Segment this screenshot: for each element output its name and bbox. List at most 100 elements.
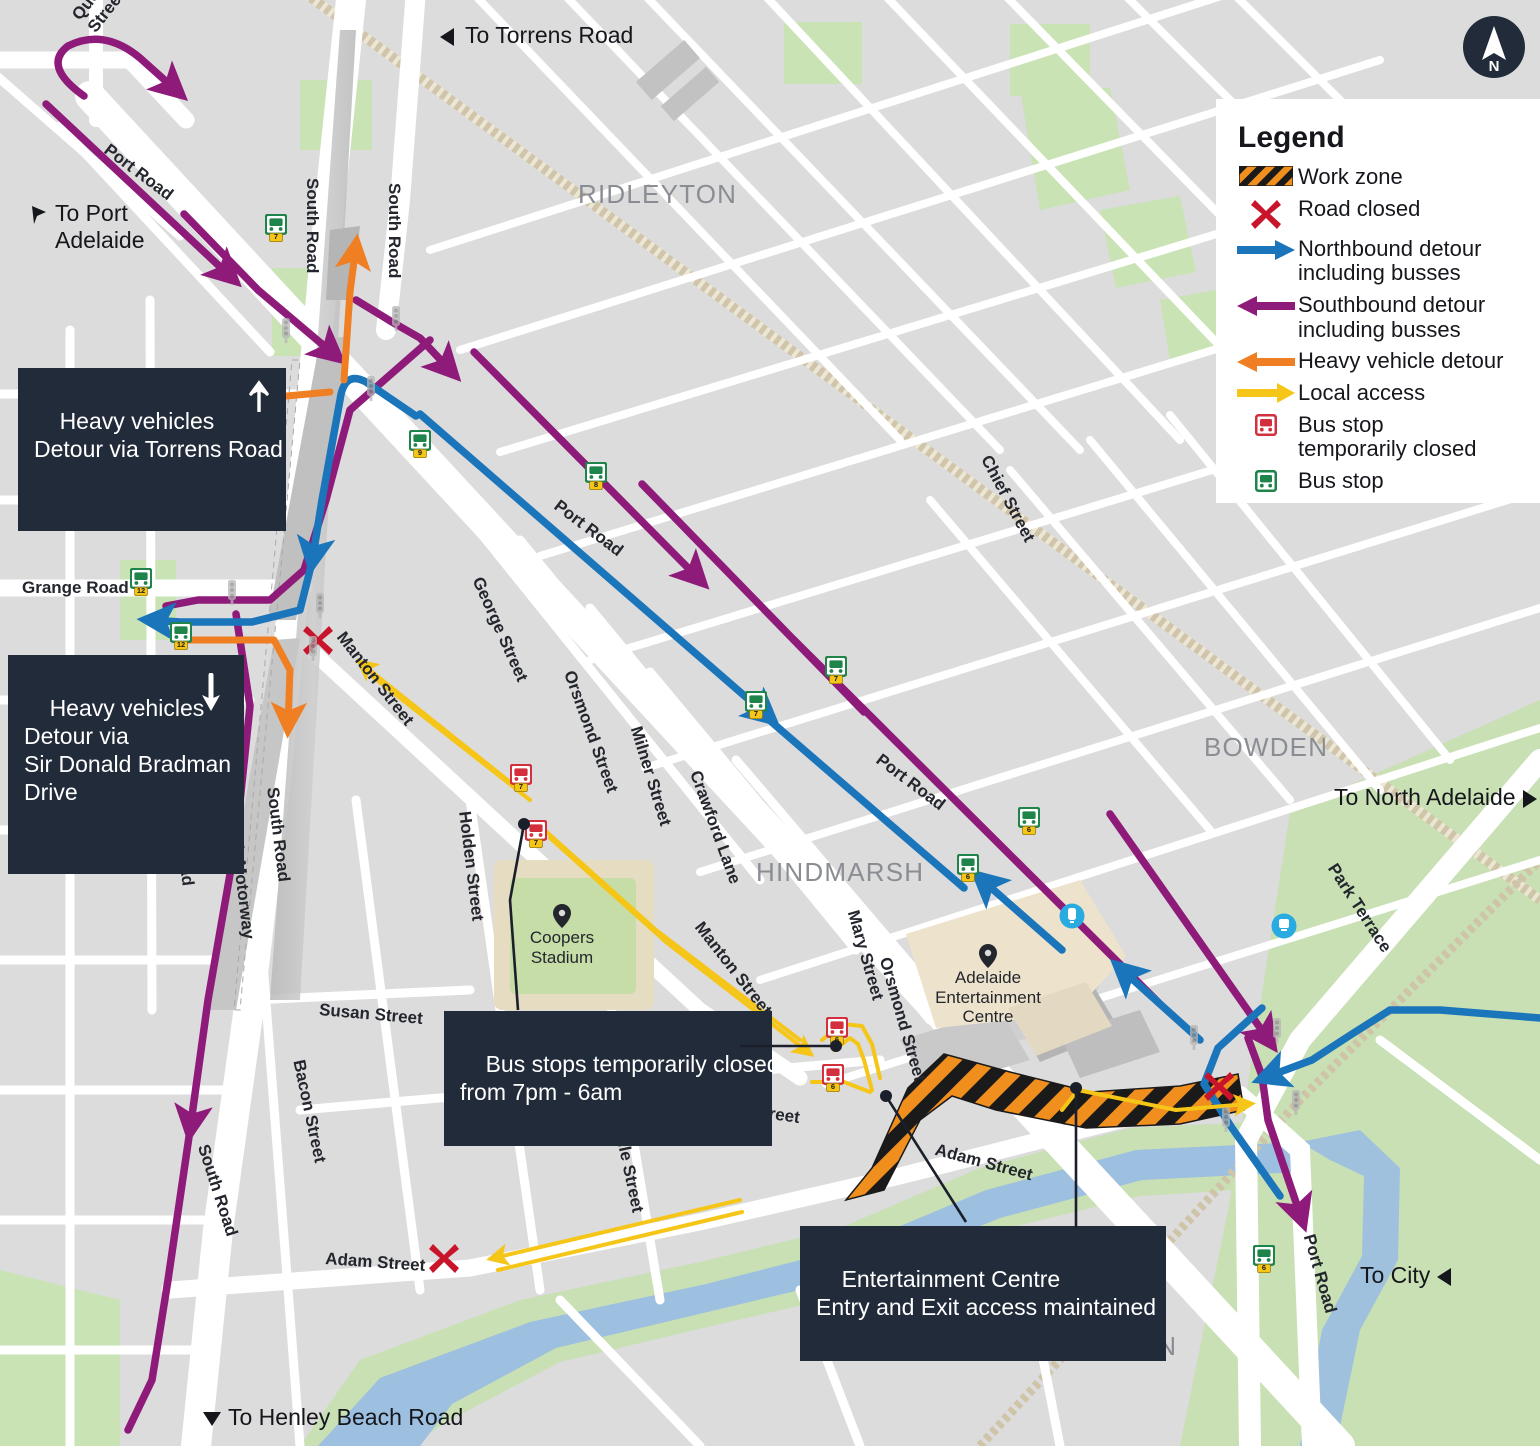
- legend-item: Local access: [1216, 377, 1540, 409]
- direction-label-group: To Port Adelaide: [30, 200, 145, 254]
- legend-item-label: Northbound detour including busses: [1298, 235, 1482, 286]
- traffic-signal-icon: [1217, 1106, 1235, 1132]
- traffic-signal-icon: [1185, 1024, 1203, 1050]
- bus-stop-number: 12: [136, 586, 146, 595]
- bus-stop-closed-icon[interactable]: 7: [525, 820, 547, 848]
- bus-stop-closed-icon[interactable]: 7: [510, 764, 532, 792]
- map-pin-icon: [908, 944, 1068, 968]
- map-pin-icon: [482, 904, 642, 928]
- traffic-signal-icon: [311, 592, 329, 618]
- left-triangle-icon: [440, 22, 458, 46]
- place-marker: Coopers Stadium: [482, 904, 642, 967]
- traffic-signal-icon: [362, 375, 380, 401]
- detour-map: Queen StreetPort RoadSouth RoadSouth Roa…: [0, 0, 1540, 1446]
- callout-heavy-vehicles-sir-donald-bradman-drive: Heavy vehicles Detour via Sir Donald Bra…: [8, 655, 244, 875]
- direction-label: To Henley Beach Road: [228, 1404, 464, 1430]
- callout-text: Bus stops temporarily closed from 7pm - …: [460, 1051, 780, 1106]
- bus-stop-icon[interactable]: 6: [1018, 807, 1040, 835]
- up-left-triangle-icon: [30, 200, 48, 224]
- road-closed-icon: [1204, 1069, 1234, 1103]
- legend-item: Northbound detour including busses: [1216, 233, 1540, 289]
- place-label: Adelaide Entertainment Centre: [935, 968, 1041, 1027]
- compass-label: N: [1489, 58, 1500, 75]
- traffic-signal-icon: [223, 579, 241, 605]
- legend-panel: Legend Work zone Road closed Northbound de…: [1216, 99, 1540, 503]
- bus-stop-icon[interactable]: 7: [745, 691, 767, 719]
- legend-title: Legend: [1238, 121, 1345, 154]
- bus-stop-number: 9: [417, 448, 423, 457]
- legend-item: Southbound detour including busses: [1216, 289, 1540, 345]
- legend-item: Heavy vehicle detour: [1216, 345, 1540, 377]
- direction-label-group: To Henley Beach Road: [203, 1404, 463, 1431]
- place-label: Coopers Stadium: [529, 928, 595, 967]
- traffic-signal-icon: [1268, 1017, 1286, 1043]
- bus-stop-icon[interactable]: 7: [825, 656, 847, 684]
- bus-stop-icon[interactable]: 9: [409, 430, 431, 458]
- blue-arrow-right: [1234, 236, 1298, 262]
- direction-label: To Torrens Road: [465, 22, 634, 48]
- place-marker: Adelaide Entertainment Centre: [908, 944, 1068, 1027]
- bus-stop-icon[interactable]: 8: [585, 462, 607, 490]
- bus-stop-number: 6: [1026, 825, 1032, 834]
- bus-stop-number: 6: [834, 1035, 840, 1044]
- down-triangle-icon: [203, 1404, 221, 1428]
- legend-item-label: Southbound detour including busses: [1298, 291, 1486, 342]
- arrow-up-right-icon: [249, 380, 269, 412]
- direction-label: To North Adelaide: [1334, 784, 1516, 810]
- callout-text: Heavy vehicles Detour via Torrens Road: [34, 408, 283, 463]
- bus-stop-number: 7: [753, 709, 759, 718]
- purple-arrow-left: [1234, 292, 1298, 318]
- bus-stop-number: 6: [1261, 1263, 1267, 1272]
- legend-item-label: Bus stop: [1298, 468, 1384, 493]
- callout-bus-stops-closed: Bus stops temporarily closed from 7pm - …: [444, 1011, 780, 1147]
- bus-stop-icon[interactable]: 12: [170, 622, 192, 650]
- train-station-icon[interactable]: [1271, 913, 1297, 939]
- direction-label-group: To City: [1360, 1262, 1455, 1289]
- direction-label: To City: [1360, 1262, 1431, 1288]
- legend-item: Work zone: [1216, 161, 1540, 193]
- bus-stop-number: 7: [518, 782, 524, 791]
- right-triangle-icon: [1522, 784, 1540, 808]
- left-triangle-icon: [1437, 1262, 1455, 1286]
- traffic-signal-icon: [277, 317, 295, 343]
- legend-item-label: Bus stop temporarily closed: [1298, 411, 1477, 462]
- arrow-down-icon: [202, 673, 220, 711]
- traffic-signal-icon: [387, 305, 405, 331]
- work-zone-hatch: [1234, 164, 1298, 186]
- yellow-arrow-right: [1234, 380, 1298, 404]
- legend-item-label: Heavy vehicle detour: [1298, 348, 1504, 374]
- legend-item-label: Local access: [1298, 380, 1426, 406]
- bus-stop-number: 8: [593, 480, 599, 489]
- bus-stop-icon: [1234, 468, 1298, 492]
- bus-stop-number: 7: [533, 838, 539, 847]
- bus-stop-icon[interactable]: 6: [957, 854, 979, 882]
- red-x: [1234, 196, 1298, 230]
- legend-item: Road closed: [1216, 193, 1540, 233]
- north-arrow: N: [1462, 15, 1526, 79]
- callout-heavy-vehicles-torrens-road: Heavy vehicles Detour via Torrens Road: [18, 368, 286, 532]
- bus-stop-number: 7: [833, 674, 839, 683]
- direction-label-group: To North Adelaide: [1334, 784, 1540, 811]
- tram-stop-icon[interactable]: [1059, 903, 1085, 929]
- bus-stop-icon[interactable]: 7: [265, 214, 287, 242]
- bus-stop-closed-icon[interactable]: 6: [826, 1017, 848, 1045]
- road-closed-icon: [429, 1241, 459, 1275]
- bus-stop-number: 6: [965, 872, 971, 881]
- traffic-signal-icon: [1287, 1089, 1305, 1115]
- direction-label-group: To Torrens Road: [440, 22, 633, 49]
- bus-stop-number: 12: [176, 640, 186, 649]
- legend-item-label: Road closed: [1298, 195, 1421, 221]
- bus-stop-closed-icon: [1234, 412, 1298, 436]
- legend-item: Bus stop: [1216, 465, 1540, 497]
- bus-stop-icon[interactable]: 12: [130, 568, 152, 596]
- legend-item: Bus stop temporarily closed: [1216, 409, 1540, 465]
- traffic-signal-icon: [304, 635, 322, 661]
- callout-text: Entertainment Centre Entry and Exit acce…: [816, 1266, 1157, 1321]
- legend-item-label: Work zone: [1298, 164, 1403, 189]
- orange-arrow-left: [1234, 348, 1298, 374]
- bus-stop-icon[interactable]: 6: [1253, 1245, 1275, 1273]
- callout-entertainment-centre-access: Entertainment Centre Entry and Exit acce…: [800, 1226, 1166, 1362]
- direction-label: To Port Adelaide: [55, 200, 145, 253]
- bus-stop-number: 7: [273, 232, 279, 241]
- bus-stop-closed-icon[interactable]: 6: [822, 1064, 844, 1092]
